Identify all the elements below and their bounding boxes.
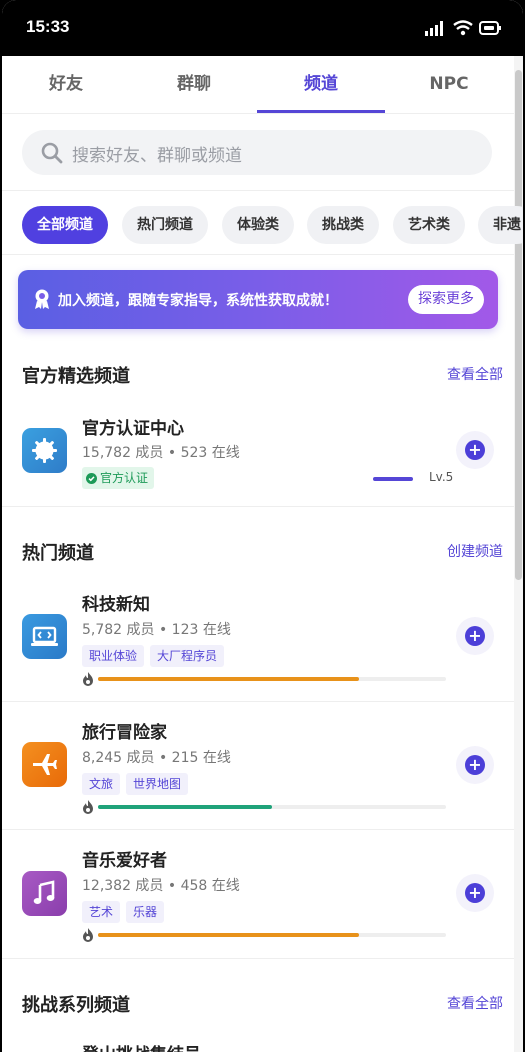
- channel-tags: 官方认证: [82, 467, 155, 489]
- tab-npc[interactable]: NPC: [385, 56, 513, 114]
- channel-card-tech[interactable]: 科技新知 5,782 成员 • 123 在线 职业体验 大厂程序员 +: [2, 576, 514, 702]
- channel-tag[interactable]: 艺术: [82, 901, 121, 923]
- channel-stats: 12,382 成员 • 458 在线: [82, 878, 240, 894]
- gear-badge-icon: [32, 438, 57, 463]
- channel-name: 旅行冒险家: [82, 723, 167, 743]
- plus-icon: +: [465, 755, 485, 775]
- phone-screen: 15:33 好友 群聊 频道 NPC 搜索好友、群聊或频道 全部频道 热门频道 …: [2, 0, 523, 1052]
- divider: [2, 190, 514, 191]
- fire-icon: [83, 928, 93, 942]
- music-note-icon: [33, 880, 55, 904]
- heat-bar: [82, 800, 448, 814]
- chip-hot-channels[interactable]: 热门频道: [122, 206, 208, 244]
- channel-card-official[interactable]: 官方认证中心 15,782 成员 • 523 在线 官方认证 +: [2, 400, 514, 507]
- status-time: 15:33: [26, 17, 70, 36]
- section-title-hot: 热门频道: [22, 543, 94, 564]
- channel-name: 科技新知: [82, 595, 150, 615]
- join-channel-button[interactable]: +: [456, 874, 494, 912]
- view-all-challenge-link[interactable]: 查看全部: [447, 993, 503, 1013]
- plus-icon: +: [465, 883, 485, 903]
- scrollbar-thumb[interactable]: [515, 70, 522, 580]
- channel-card-music[interactable]: 音乐爱好者 12,382 成员 • 458 在线 艺术 乐器 +: [2, 830, 514, 959]
- create-channel-link[interactable]: 创建频道: [447, 541, 503, 561]
- top-tabs: 好友 群聊 频道 NPC: [2, 56, 514, 114]
- level-label: Lv.5: [429, 470, 454, 484]
- banner-text: 加入频道，跟随专家指导，系统性获取成就！: [58, 293, 338, 309]
- channel-name: 登山挑战集结号: [82, 1040, 201, 1052]
- status-icons: [425, 18, 501, 38]
- chip-all-channels[interactable]: 全部频道: [22, 206, 108, 244]
- channel-stats: 8,245 成员 • 215 在线: [82, 750, 231, 766]
- level-indicator: Lv.5: [373, 470, 463, 486]
- battery-icon: [479, 21, 501, 35]
- channel-tag[interactable]: 文旅: [82, 773, 121, 795]
- tab-groups[interactable]: 群聊: [130, 56, 258, 114]
- search-input[interactable]: 搜索好友、群聊或频道: [72, 141, 242, 166]
- laptop-code-icon: [31, 626, 58, 646]
- heat-track: [98, 933, 446, 937]
- heat-track: [98, 677, 446, 681]
- official-channel-avatar: [22, 428, 67, 473]
- channel-tags: 艺术 乐器: [82, 901, 165, 923]
- heat-bar: [82, 928, 448, 942]
- view-all-official-link[interactable]: 查看全部: [447, 364, 503, 384]
- channel-tags: 文旅 世界地图: [82, 773, 189, 795]
- channel-avatar: [22, 871, 67, 916]
- heat-bar: [82, 672, 448, 686]
- chip-heritage[interactable]: 非遗: [478, 206, 523, 244]
- channel-tag[interactable]: 大厂程序员: [150, 645, 225, 667]
- heat-fill: [98, 805, 272, 809]
- channel-tags: 职业体验 大厂程序员: [82, 645, 225, 667]
- fire-icon: [83, 800, 93, 814]
- verified-badge: 官方认证: [82, 467, 155, 489]
- heat-track: [98, 805, 446, 809]
- promo-banner: 加入频道，跟随专家指导，系统性获取成就！ 探索更多: [18, 270, 498, 329]
- chip-art[interactable]: 艺术类: [393, 206, 465, 244]
- heat-fill: [98, 933, 359, 937]
- channel-card-travel[interactable]: 旅行冒险家 8,245 成员 • 215 在线 文旅 世界地图 +: [2, 702, 514, 830]
- status-bar: 15:33: [2, 0, 523, 56]
- channel-stats: 5,782 成员 • 123 在线: [82, 622, 231, 638]
- verified-badge-label: 官方认证: [100, 471, 149, 485]
- signal-icon: [425, 21, 443, 36]
- join-channel-button[interactable]: +: [456, 431, 494, 469]
- channel-name: 官方认证中心: [82, 419, 184, 439]
- join-channel-button[interactable]: +: [456, 617, 494, 655]
- tab-channels[interactable]: 频道: [257, 56, 385, 114]
- channel-tag[interactable]: 职业体验: [82, 645, 145, 667]
- join-channel-button[interactable]: +: [456, 746, 494, 784]
- wifi-icon: [453, 20, 473, 36]
- channel-tag[interactable]: 乐器: [126, 901, 165, 923]
- chip-challenge[interactable]: 挑战类: [307, 206, 379, 244]
- explore-more-button[interactable]: 探索更多: [408, 285, 484, 314]
- channel-stats: 15,782 成员 • 523 在线: [82, 445, 240, 461]
- plus-icon: +: [465, 440, 485, 460]
- award-ribbon-icon: [35, 289, 49, 309]
- airplane-icon: [33, 754, 57, 775]
- tab-friends[interactable]: 好友: [2, 56, 130, 114]
- chip-experience[interactable]: 体验类: [222, 206, 294, 244]
- channel-avatar: [22, 614, 67, 659]
- search-bar[interactable]: 搜索好友、群聊或频道: [22, 130, 492, 175]
- section-title-challenge: 挑战系列频道: [22, 995, 130, 1016]
- search-icon: [41, 142, 63, 164]
- channel-avatar: [22, 742, 67, 787]
- heat-fill: [98, 677, 359, 681]
- active-tab-indicator: [257, 110, 385, 113]
- divider: [2, 254, 514, 255]
- channel-tag[interactable]: 世界地图: [126, 773, 189, 795]
- plus-icon: +: [465, 626, 485, 646]
- channel-name: 音乐爱好者: [82, 851, 167, 871]
- level-progress-bar: [373, 477, 413, 481]
- fire-icon: [83, 672, 93, 686]
- section-title-official: 官方精选频道: [22, 366, 130, 387]
- check-circle-icon: [86, 472, 97, 484]
